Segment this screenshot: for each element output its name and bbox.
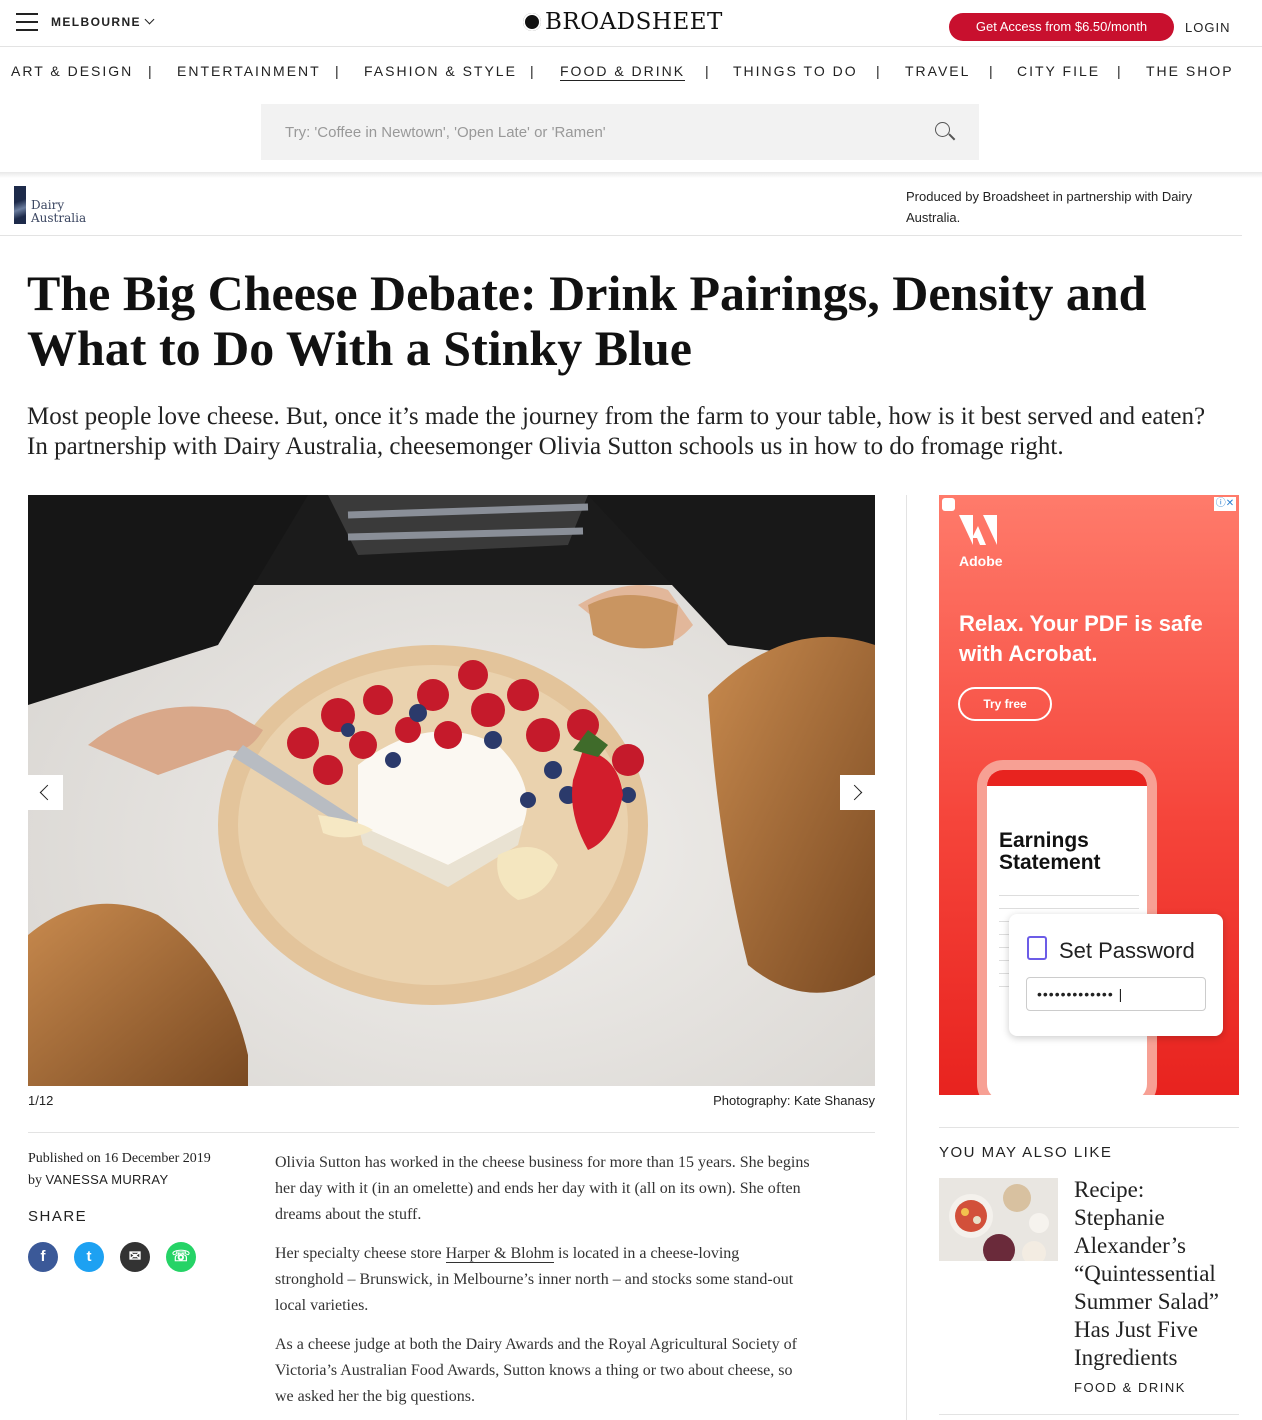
article-body: Olivia Sutton has worked in the cheese b… — [275, 1150, 810, 1420]
logo-text: BROADSHEET — [545, 9, 723, 35]
ad-brand: Adobe — [959, 553, 1003, 569]
paragraph: Olivia Sutton has worked in the cheese b… — [275, 1154, 810, 1223]
adobe-ad[interactable]: ⓘ✕ Adobe Relax. Your PDF is safe with Ac… — [939, 495, 1239, 1095]
password-field: ••••••••••••• | — [1026, 977, 1206, 1011]
nav-separator: | — [876, 63, 880, 79]
shield-icon — [942, 498, 955, 511]
nav-separator: | — [705, 63, 709, 79]
ribbon-icon — [14, 186, 26, 224]
paragraph: Her specialty cheese store Harper & Bloh… — [275, 1245, 794, 1314]
gallery-prev-button[interactable] — [28, 775, 63, 810]
article-intro: Most people love cheese. But, once it’s … — [27, 403, 1206, 460]
facebook-icon[interactable]: f — [28, 1242, 58, 1272]
twitter-icon[interactable]: t — [74, 1242, 104, 1272]
gallery-photo — [28, 495, 875, 1086]
nav-art-design[interactable]: ART & DESIGN — [11, 63, 133, 79]
nav-things-to-do[interactable]: THINGS TO DO — [733, 63, 858, 79]
gallery-counter: 1/12 — [28, 1093, 54, 1108]
partner-logo-text: Dairy Australia — [31, 198, 87, 225]
chevron-down-icon — [144, 14, 155, 25]
broadsheet-logo-icon — [523, 13, 541, 31]
phone-title: Earnings Statement — [999, 829, 1101, 874]
menu-icon[interactable] — [16, 13, 38, 31]
paragraph: As a cheese judge at both the Dairy Awar… — [275, 1336, 797, 1405]
nav-entertainment[interactable]: ENTERTAINMENT — [177, 63, 321, 79]
harper-blohm-link[interactable]: Harper & Blohm — [445, 1245, 555, 1263]
divider — [939, 1414, 1239, 1415]
nav-separator: | — [148, 63, 152, 79]
photo-gallery — [28, 495, 875, 1086]
email-icon[interactable]: ✉ — [120, 1242, 150, 1272]
share-label: SHARE — [28, 1208, 88, 1225]
also-like-label: YOU MAY ALSO LIKE — [939, 1144, 1113, 1161]
nav-separator: | — [335, 63, 339, 79]
divider — [939, 1127, 1239, 1128]
search-input[interactable] — [261, 104, 901, 160]
dairy-australia-logo[interactable]: Dairy Australia — [14, 186, 94, 228]
related-thumbnail[interactable] — [939, 1178, 1058, 1261]
get-access-button[interactable]: Get Access from $6.50/month — [949, 13, 1174, 41]
related-article-category[interactable]: FOOD & DRINK — [1074, 1380, 1186, 1395]
photo-credit: Photography: Kate Shanasy — [713, 1093, 875, 1108]
adchoices-icon[interactable]: ⓘ✕ — [1214, 497, 1236, 511]
divider — [28, 1132, 875, 1133]
nav-fashion-style[interactable]: FASHION & STYLE — [364, 63, 517, 79]
nav-separator: | — [989, 63, 993, 79]
chevron-right-icon — [846, 784, 863, 801]
adobe-logo-icon — [959, 515, 997, 545]
nav-travel[interactable]: TRAVEL — [905, 63, 970, 79]
byline-prefix: by — [28, 1173, 42, 1188]
ad-headline: Relax. Your PDF is safe with Acrobat. — [959, 611, 1203, 666]
partner-bar: Dairy Australia Produced by Broadsheet in… — [0, 178, 1242, 236]
try-free-button[interactable]: Try free — [958, 687, 1052, 721]
partner-note: Produced by Broadsheet in partnership wi… — [906, 189, 1193, 225]
document-lock-icon — [1027, 936, 1047, 960]
search-icon[interactable] — [935, 122, 956, 142]
top-bar: MELBOURNE BROADSHEET Get Access from $6.… — [0, 0, 1262, 47]
site-logo[interactable]: BROADSHEET — [523, 9, 723, 35]
nav-food-drink[interactable]: FOOD & DRINK — [560, 63, 686, 81]
chevron-left-icon — [39, 784, 56, 801]
main-nav: ART & DESIGN | ENTERTAINMENT | FASHION &… — [0, 56, 1262, 86]
byline: by VANESSA MURRAY — [28, 1172, 168, 1189]
nav-the-shop[interactable]: THE SHOP — [1146, 63, 1234, 79]
nav-city-file[interactable]: CITY FILE — [1017, 63, 1100, 79]
city-label: MELBOURNE — [51, 15, 141, 29]
search-bar — [261, 104, 979, 160]
article-title: The Big Cheese Debate: Drink Pairings, D… — [27, 265, 1147, 376]
related-article-title[interactable]: Recipe: Stephanie Alexander’s “Quintesse… — [1074, 1176, 1239, 1372]
gallery-next-button[interactable] — [840, 775, 875, 810]
nav-separator: | — [530, 63, 534, 79]
login-link[interactable]: LOGIN — [1185, 20, 1230, 35]
publish-date: Published on 16 December 2019 — [28, 1151, 211, 1166]
nav-separator: | — [1117, 63, 1121, 79]
author-link[interactable]: VANESSA MURRAY — [46, 1172, 169, 1187]
whatsapp-icon[interactable]: ☏ — [166, 1242, 196, 1272]
city-selector[interactable]: MELBOURNE — [51, 14, 155, 29]
sidebar-divider — [906, 495, 907, 1420]
password-card: Set Password ••••••••••••• | — [1009, 914, 1223, 1036]
password-card-title: Set Password — [1059, 938, 1195, 963]
